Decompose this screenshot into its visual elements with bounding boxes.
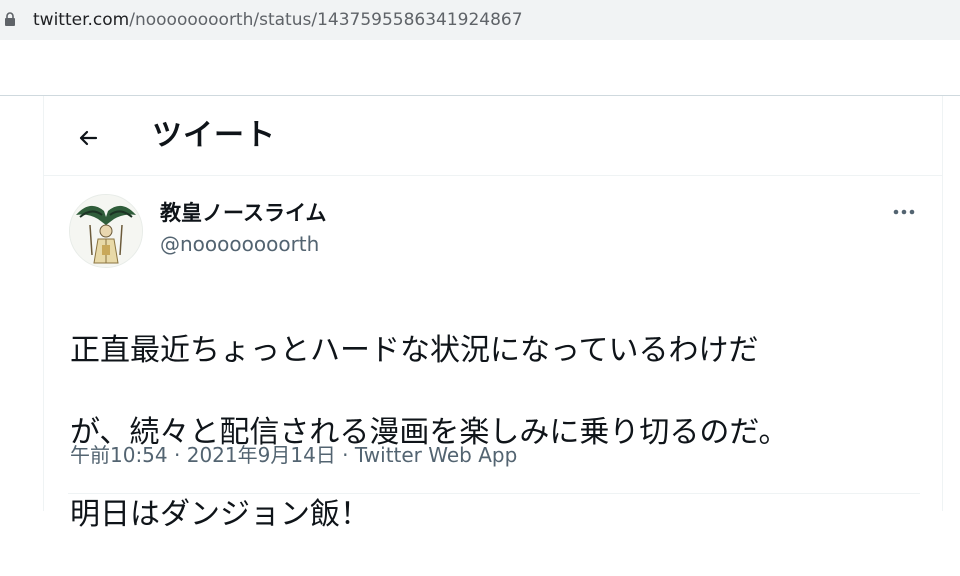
tweet-column: ツイート 教皇ノースライム @noooooooorth 正直最近ちょっとハードな… [43,96,943,532]
browser-toolbar-area [0,40,960,96]
tweet-text-line: 正直最近ちょっとハードな状況になっているわけだ [70,333,759,368]
avatar[interactable] [69,194,143,268]
url-domain: twitter.com [33,10,130,30]
page-title: ツイート [152,118,276,153]
tweet-time: 午前10:54 [70,443,168,467]
tweet-meta: 午前10:54 · 2021年9月14日 · Twitter Web App [70,442,517,468]
browser-url-bar[interactable]: twitter.com/noooooooorth/status/14375955… [0,0,960,40]
url-path: /noooooooorth/status/1437595586341924867 [129,10,523,30]
tweet-timestamp-link[interactable]: 午前10:54 · 2021年9月14日 [70,443,336,467]
page-header: ツイート [44,96,942,176]
tweet-text: 正直最近ちょっとハードな状況になっているわけだ が、続々と配信される漫画を楽しみ… [70,289,920,576]
url-text[interactable]: twitter.com/noooooooorth/status/14375955… [33,9,523,31]
tweet-text-line: 明日はダンジョン飯！ [70,497,370,532]
tweet-source-link[interactable]: Twitter Web App [355,443,517,467]
back-button[interactable] [70,120,106,156]
user-handle[interactable]: @noooooooorth [160,232,319,256]
meta-separator: · [342,443,349,467]
tweet-date: 2021年9月14日 [186,443,336,467]
divider [68,493,920,494]
more-horizontal-icon [893,209,915,215]
avatar-image [70,195,142,267]
lock-icon[interactable] [4,12,16,26]
meta-separator: · [174,443,181,467]
arrow-left-icon [79,130,98,146]
display-name[interactable]: 教皇ノースライム [160,200,327,226]
more-button[interactable] [886,198,922,226]
